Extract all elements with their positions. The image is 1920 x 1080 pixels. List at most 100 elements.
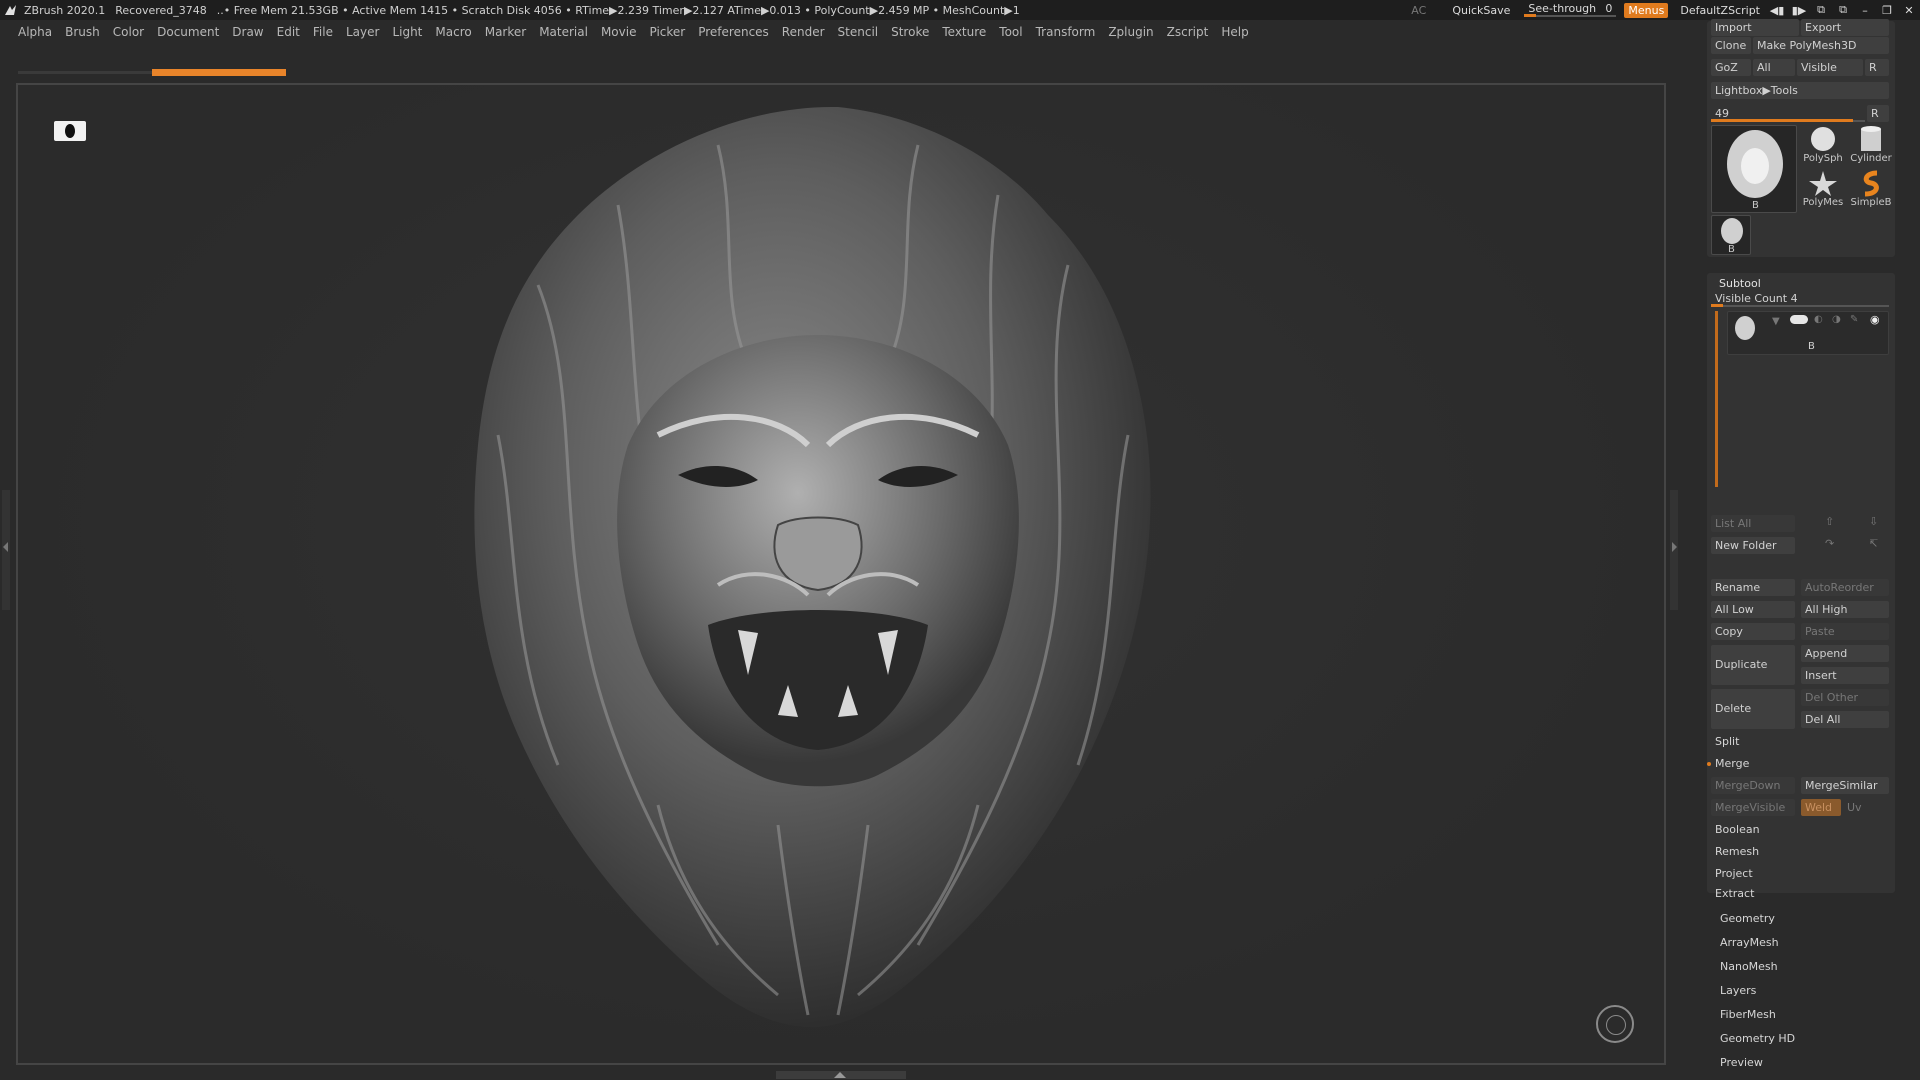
menu-brush[interactable]: Brush (65, 25, 100, 39)
menu-document[interactable]: Document (157, 25, 219, 39)
merge-section[interactable]: Merge (1711, 755, 1893, 773)
merge-visible-button[interactable]: MergeVisible (1711, 799, 1795, 816)
folder-out-icon[interactable]: ↸ (1869, 537, 1878, 550)
move-up-icon[interactable]: ⇧ (1825, 515, 1834, 528)
menus-toggle[interactable]: Menus (1624, 2, 1669, 18)
restore-icon[interactable]: ❐ (1876, 0, 1898, 20)
layout-right-icon[interactable]: ▮▶ (1788, 0, 1810, 20)
delete-button[interactable]: Delete (1711, 689, 1795, 729)
move-down-icon[interactable]: ⇩ (1869, 515, 1878, 528)
menu-stencil[interactable]: Stencil (838, 25, 879, 39)
lightbox-tools-button[interactable]: Lightbox▶Tools (1711, 82, 1889, 99)
default-zscript-button[interactable]: DefaultZScript (1674, 4, 1766, 17)
polysphere-thumbnail[interactable]: PolySph (1801, 125, 1845, 167)
split-section[interactable]: Split (1711, 733, 1893, 751)
section-geometry[interactable]: Geometry (1720, 912, 1775, 925)
subtool-eye-icon[interactable]: ◉ (1870, 313, 1880, 326)
del-all-button[interactable]: Del All (1801, 711, 1889, 728)
menu-zplugin[interactable]: Zplugin (1108, 25, 1153, 39)
remesh-section[interactable]: Remesh (1711, 843, 1893, 861)
current-tool-thumbnail[interactable]: B (1711, 125, 1797, 213)
menu-file[interactable]: File (313, 25, 333, 39)
goz-all-button[interactable]: All (1753, 59, 1795, 76)
menu-layer[interactable]: Layer (346, 25, 379, 39)
goz-visible-button[interactable]: Visible (1797, 59, 1863, 76)
uv-toggle[interactable]: Uv (1843, 799, 1889, 816)
section-preview[interactable]: Preview (1720, 1056, 1763, 1069)
folder-in-icon[interactable]: ↷ (1825, 537, 1834, 550)
left-tray-handle[interactable] (2, 490, 10, 610)
subtool-mask-icon[interactable]: ◐ (1814, 314, 1823, 325)
extract-section[interactable]: Extract (1711, 885, 1893, 903)
section-arraymesh[interactable]: ArrayMesh (1720, 936, 1779, 949)
menu-light[interactable]: Light (392, 25, 422, 39)
menu-transform[interactable]: Transform (1036, 25, 1096, 39)
menu-macro[interactable]: Macro (435, 25, 471, 39)
canvas-viewport[interactable] (16, 83, 1666, 1065)
goz-r-button[interactable]: R (1865, 59, 1889, 76)
section-fibermesh[interactable]: FiberMesh (1720, 1008, 1776, 1021)
menu-texture[interactable]: Texture (942, 25, 986, 39)
list-all-button[interactable]: List All (1711, 515, 1795, 532)
all-low-button[interactable]: All Low (1711, 601, 1795, 618)
rename-button[interactable]: Rename (1711, 579, 1795, 596)
section-layers[interactable]: Layers (1720, 984, 1756, 997)
layout-left-icon[interactable]: ◀▮ (1766, 0, 1788, 20)
menu-color[interactable]: Color (113, 25, 144, 39)
quicksave-button[interactable]: QuickSave (1446, 4, 1516, 17)
cylinder-thumbnail[interactable]: Cylinder (1847, 125, 1895, 167)
menu-tool[interactable]: Tool (999, 25, 1022, 39)
section-nanomesh[interactable]: NanoMesh (1720, 960, 1778, 973)
bottom-tray-handle[interactable] (776, 1071, 906, 1079)
tool-size-r-button[interactable]: R (1867, 105, 1889, 122)
menu-picker[interactable]: Picker (649, 25, 685, 39)
menu-preferences[interactable]: Preferences (698, 25, 769, 39)
menu-help[interactable]: Help (1221, 25, 1248, 39)
minimize-icon[interactable]: – (1854, 0, 1876, 20)
merge-similar-button[interactable]: MergeSimilar (1801, 777, 1889, 794)
boolean-section[interactable]: Boolean (1711, 821, 1893, 839)
new-folder-button[interactable]: New Folder (1711, 537, 1795, 554)
menu-material[interactable]: Material (539, 25, 588, 39)
tool-size-slider[interactable]: 49 (1711, 105, 1865, 123)
subtool-poly-icon[interactable]: ◑ (1832, 314, 1841, 325)
merge-down-button[interactable]: MergeDown (1711, 777, 1795, 794)
navigation-gizmo-icon[interactable] (1596, 1005, 1634, 1043)
simplebrush-thumbnail[interactable]: SimpleB (1847, 169, 1895, 213)
export-button[interactable]: Export (1801, 19, 1889, 36)
menu-zscript[interactable]: Zscript (1167, 25, 1209, 39)
project-section[interactable]: Project (1711, 865, 1893, 883)
make-polymesh-button[interactable]: Make PolyMesh3D (1753, 37, 1889, 54)
subtool-item[interactable]: ▼ ◐ ◑ ✎ ◉ B (1727, 311, 1889, 355)
all-high-button[interactable]: All High (1801, 601, 1889, 618)
right-tray-handle[interactable] (1670, 490, 1678, 610)
append-button[interactable]: Append (1801, 645, 1889, 662)
menu-edit[interactable]: Edit (277, 25, 300, 39)
subtool-pen-icon[interactable]: ✎ (1850, 314, 1858, 325)
goz-button[interactable]: GoZ (1711, 59, 1751, 76)
menu-stroke[interactable]: Stroke (891, 25, 929, 39)
menu-draw[interactable]: Draw (232, 25, 263, 39)
recent-tool-thumbnail[interactable]: B (1711, 215, 1751, 255)
copy-button[interactable]: Copy (1711, 623, 1795, 640)
menu-marker[interactable]: Marker (485, 25, 526, 39)
weld-toggle[interactable]: Weld (1801, 799, 1841, 816)
subtool-brush-icon[interactable]: ▼ (1772, 316, 1780, 327)
close-icon[interactable]: ✕ (1898, 0, 1920, 20)
window-tile-icon[interactable]: ⧉ (1810, 0, 1832, 20)
section-geometry-hd[interactable]: Geometry HD (1720, 1032, 1795, 1045)
subtool-scrollbar[interactable] (1715, 311, 1718, 487)
see-through-slider[interactable]: See-through 0 (1524, 0, 1617, 20)
insert-button[interactable]: Insert (1801, 667, 1889, 684)
duplicate-button[interactable]: Duplicate (1711, 645, 1795, 685)
del-other-button[interactable]: Del Other (1801, 689, 1889, 706)
subtool-title[interactable]: Subtool (1719, 277, 1761, 290)
ac-button[interactable]: AC (1405, 4, 1432, 17)
polymesh-star-thumbnail[interactable]: PolyMes (1801, 169, 1845, 213)
visible-count-track[interactable] (1711, 305, 1889, 307)
paste-button[interactable]: Paste (1801, 623, 1889, 640)
window-cascade-icon[interactable]: ⧉ (1832, 0, 1854, 20)
lion-head-model[interactable] (18, 85, 1666, 1065)
menu-alpha[interactable]: Alpha (18, 25, 52, 39)
auto-reorder-button[interactable]: AutoReorder (1801, 579, 1889, 596)
